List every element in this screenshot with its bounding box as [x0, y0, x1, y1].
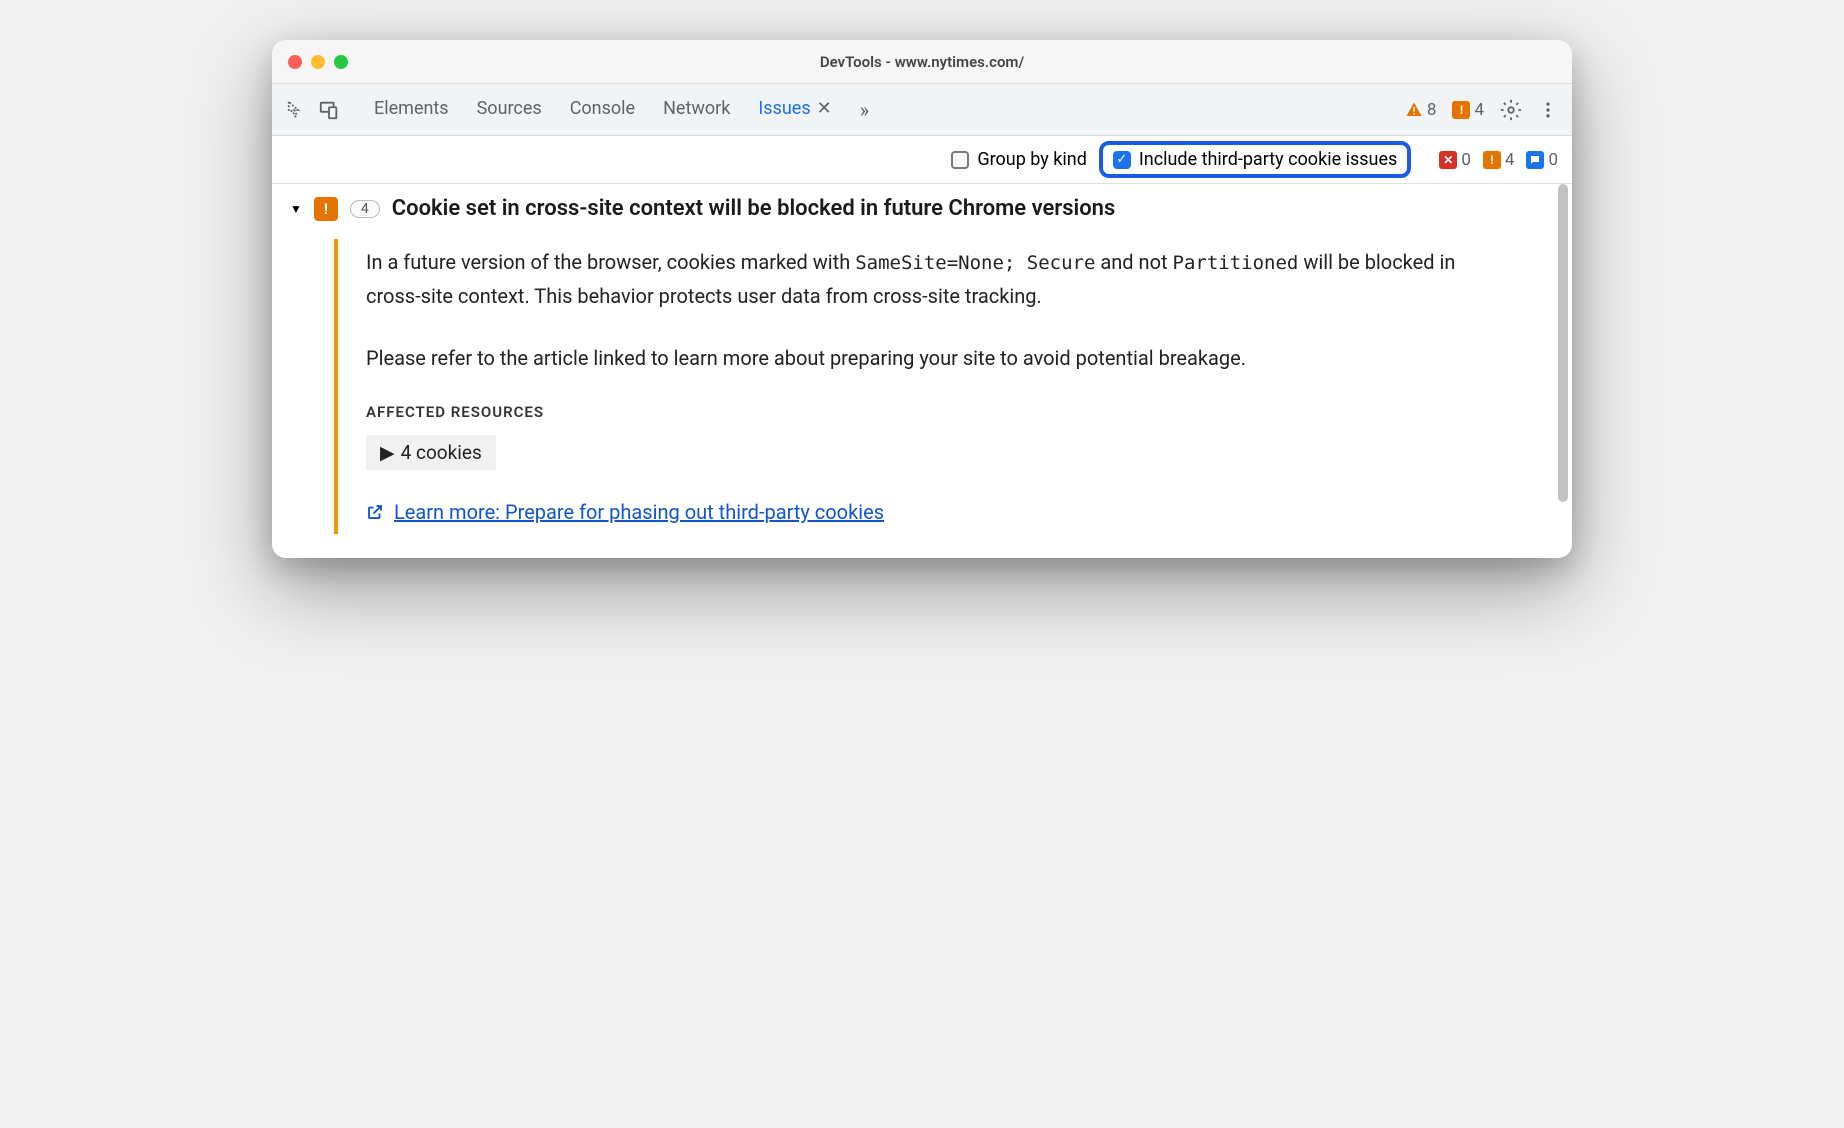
- inspect-icon[interactable]: [286, 99, 308, 121]
- more-tabs-icon[interactable]: »: [860, 98, 869, 122]
- window-title: DevTools - www.nytimes.com/: [820, 53, 1024, 71]
- blue-count[interactable]: 0: [1526, 150, 1558, 170]
- learn-more-link[interactable]: Learn more: Prepare for phasing out thir…: [394, 500, 884, 524]
- red-count[interactable]: ✕ 0: [1439, 150, 1471, 170]
- issue-count-pill: 4: [350, 200, 380, 218]
- code-partitioned: Partitioned: [1173, 252, 1299, 274]
- issue-description-1: In a future version of the browser, cook…: [366, 245, 1514, 313]
- red-badge-icon: ✕: [1439, 151, 1457, 169]
- issue-severity-icon: !: [314, 197, 338, 221]
- maximize-window-button[interactable]: [334, 55, 348, 69]
- orange-badge-icon: !: [1483, 151, 1501, 169]
- close-window-button[interactable]: [288, 55, 302, 69]
- settings-icon[interactable]: [1500, 99, 1522, 121]
- more-menu-icon[interactable]: [1538, 100, 1558, 120]
- tab-network[interactable]: Network: [663, 98, 730, 122]
- blue-badge-icon: [1526, 151, 1544, 169]
- include-third-party-option[interactable]: ✓ Include third-party cookie issues: [1099, 141, 1411, 178]
- code-samesite: SameSite=None; Secure: [855, 252, 1095, 274]
- error-icon: !: [1452, 101, 1470, 119]
- issue-title: Cookie set in cross-site context will be…: [392, 196, 1116, 221]
- affected-resources-header: AFFECTED RESOURCES: [366, 403, 1514, 421]
- minimize-window-button[interactable]: [311, 55, 325, 69]
- close-tab-icon[interactable]: ✕: [817, 98, 832, 119]
- warning-icon: [1405, 101, 1423, 119]
- include-third-party-checkbox[interactable]: ✓: [1113, 151, 1131, 169]
- include-third-party-label: Include third-party cookie issues: [1139, 149, 1397, 170]
- tab-issues[interactable]: Issues✕: [758, 98, 831, 122]
- affected-resources-item[interactable]: ▶ 4 cookies: [366, 435, 496, 470]
- tab-elements[interactable]: Elements: [374, 98, 449, 122]
- issue-body: In a future version of the browser, cook…: [334, 239, 1554, 534]
- learn-more-row: Learn more: Prepare for phasing out thir…: [366, 500, 1514, 524]
- filter-bar: Group by kind ✓ Include third-party cook…: [272, 136, 1572, 184]
- expand-caret-icon[interactable]: ▼: [290, 202, 302, 216]
- scrollbar[interactable]: [1556, 184, 1570, 558]
- tab-console[interactable]: Console: [570, 98, 635, 122]
- orange-count[interactable]: ! 4: [1483, 150, 1515, 170]
- titlebar: DevTools - www.nytimes.com/: [272, 40, 1572, 84]
- main-toolbar: Elements Sources Console Network Issues✕…: [272, 84, 1572, 136]
- expand-triangle-icon: ▶: [380, 441, 395, 464]
- errors-count[interactable]: ! 4: [1452, 100, 1484, 120]
- tab-sources[interactable]: Sources: [477, 98, 542, 122]
- issue-header-row[interactable]: ▼ ! 4 Cookie set in cross-site context w…: [290, 196, 1554, 221]
- panel-tabs: Elements Sources Console Network Issues✕…: [374, 98, 869, 122]
- devtools-window: DevTools - www.nytimes.com/ Elements Sou…: [272, 40, 1572, 558]
- scrollbar-thumb[interactable]: [1558, 184, 1568, 502]
- device-toggle-icon[interactable]: [318, 99, 340, 121]
- external-link-icon: [366, 503, 384, 521]
- window-controls: [288, 55, 348, 69]
- warnings-count[interactable]: 8: [1405, 100, 1437, 120]
- group-by-kind-option[interactable]: Group by kind: [951, 149, 1087, 170]
- group-by-kind-checkbox[interactable]: [951, 151, 969, 169]
- issue-description-2: Please refer to the article linked to le…: [366, 341, 1514, 375]
- group-by-kind-label: Group by kind: [977, 149, 1087, 170]
- issues-panel: ▼ ! 4 Cookie set in cross-site context w…: [272, 184, 1572, 558]
